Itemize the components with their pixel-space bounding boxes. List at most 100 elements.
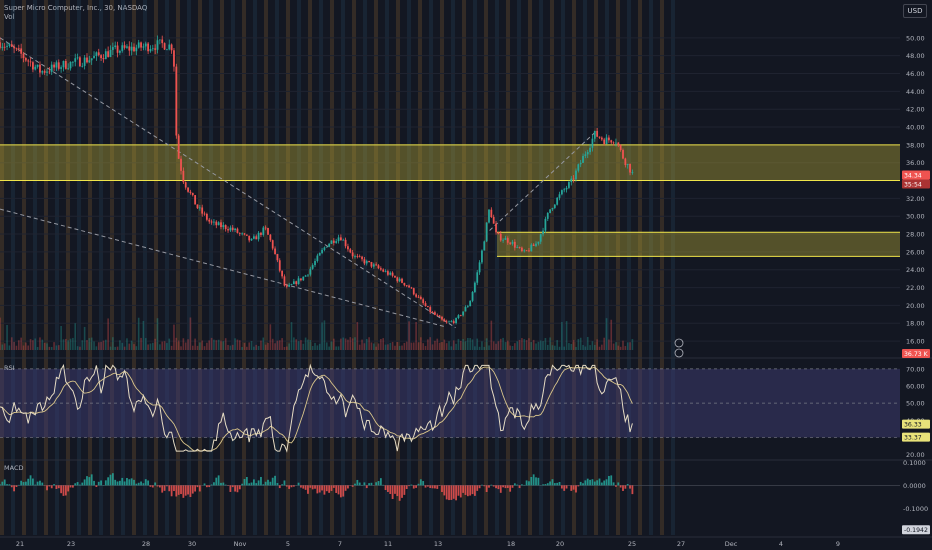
candle-body xyxy=(321,249,323,253)
volume-bar xyxy=(481,341,483,350)
macd-bar xyxy=(389,485,392,494)
volume-bar xyxy=(67,340,69,350)
candle-body xyxy=(537,241,540,244)
session-stripe-teal xyxy=(495,0,499,535)
macd-bar xyxy=(518,485,521,489)
candle-body xyxy=(67,68,70,70)
volume-bar xyxy=(396,342,399,350)
volume-bar xyxy=(445,343,448,350)
session-stripe-teal xyxy=(231,0,235,535)
macd-tick-label: 0.1000 xyxy=(903,459,926,467)
macd-bar xyxy=(624,485,627,489)
candle-body xyxy=(208,219,211,222)
candle-body xyxy=(370,261,373,267)
candle-body xyxy=(600,137,603,140)
candle-body xyxy=(241,233,244,235)
volume-bar xyxy=(135,346,138,350)
volume-bar xyxy=(558,346,561,350)
add-icon[interactable] xyxy=(674,338,684,348)
session-stripe-teal xyxy=(363,0,367,535)
candle-body xyxy=(60,67,63,69)
candle-body xyxy=(318,252,321,256)
macd-bar xyxy=(396,485,399,497)
macd-bar xyxy=(41,482,44,486)
volume-bar xyxy=(286,346,288,350)
rsi-tick-label: 60.00 xyxy=(906,383,925,391)
macd-tag: -0.1942 xyxy=(904,527,928,534)
volume-bar xyxy=(293,337,295,350)
candle-body xyxy=(93,55,95,59)
candle-body xyxy=(111,47,114,50)
price-tick-label: 30.00 xyxy=(906,213,925,221)
candle-body xyxy=(156,40,159,50)
volume-bar xyxy=(382,338,385,350)
macd-bar xyxy=(363,482,366,486)
macd-bar xyxy=(323,485,326,495)
candle-body xyxy=(184,182,187,188)
macd-bar xyxy=(130,478,133,486)
volume-bar xyxy=(532,339,535,350)
volume-bar xyxy=(231,344,234,350)
macd-bar xyxy=(194,485,197,492)
candle-body xyxy=(523,250,526,252)
price-chart[interactable]: 16.00 18.00 20.00 22.00 24.00 26.00 28.00 30.00… xyxy=(0,0,932,550)
session-stripe-orange xyxy=(220,0,224,535)
volume-bar xyxy=(483,346,486,350)
volume-bar xyxy=(511,345,514,350)
candle-body xyxy=(0,42,1,48)
volume-bar xyxy=(605,318,608,350)
candle-body xyxy=(593,130,596,139)
candle-body xyxy=(128,46,131,51)
session-stripe-orange xyxy=(616,0,620,535)
volume-bar xyxy=(377,343,380,350)
price-tick-label: 32.00 xyxy=(906,195,925,203)
session-stripe-orange xyxy=(154,0,158,535)
macd-bar xyxy=(410,484,413,486)
macd-bar xyxy=(222,482,225,486)
volume-bar xyxy=(497,341,500,350)
session-stripe-teal xyxy=(671,0,675,535)
volume-bar xyxy=(347,339,349,350)
macd-bar xyxy=(610,475,613,486)
candle-body xyxy=(182,170,185,183)
candle-body xyxy=(452,321,455,324)
candle-body xyxy=(64,61,67,69)
volume-bar xyxy=(86,340,88,350)
candle-body xyxy=(17,48,20,50)
volume-bar xyxy=(448,341,450,350)
candle-body xyxy=(149,49,152,52)
macd-bar xyxy=(255,483,258,486)
volume-bar xyxy=(598,346,601,350)
volume-bar xyxy=(1,344,4,350)
price-tick-label: 50.00 xyxy=(906,34,925,42)
candle-body xyxy=(121,45,124,51)
price-tick-label: 22.00 xyxy=(906,284,925,292)
candle-body xyxy=(382,269,385,272)
macd-bar xyxy=(114,479,117,486)
candle-body xyxy=(133,46,135,52)
macd-bar xyxy=(464,485,467,495)
volume-bar xyxy=(217,339,220,350)
volume-bar xyxy=(509,345,511,350)
candle-body xyxy=(158,39,161,41)
macd-bar xyxy=(95,485,98,488)
macd-bar xyxy=(248,483,251,486)
candle-body xyxy=(205,213,208,220)
volume-bar xyxy=(93,341,95,350)
macd-bar xyxy=(168,485,171,492)
alert-icon[interactable] xyxy=(674,348,684,358)
volume-bar xyxy=(297,341,300,350)
macd-bar xyxy=(330,485,333,491)
candle-body xyxy=(539,234,542,242)
volume-bar xyxy=(452,340,455,350)
candle-body xyxy=(213,221,215,223)
volume-bar xyxy=(43,342,46,350)
macd-bar xyxy=(445,485,448,500)
volume-bar xyxy=(485,338,488,350)
candle-body xyxy=(469,300,472,307)
macd-bar xyxy=(586,478,589,486)
volume-bar xyxy=(525,340,528,350)
volume-bar xyxy=(238,340,241,350)
volume-bar xyxy=(455,343,457,350)
price-zone xyxy=(0,144,900,181)
